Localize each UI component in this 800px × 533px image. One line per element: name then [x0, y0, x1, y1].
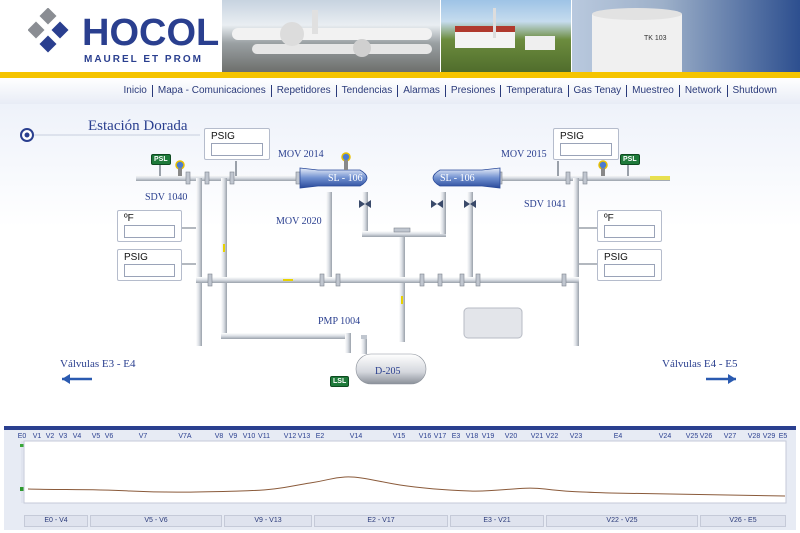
- pressure-transmitter-icon[interactable]: [598, 160, 608, 176]
- psig-label: PSIG: [560, 131, 584, 142]
- link-valvulas-e4-e5[interactable]: Válvulas E4 - E5: [662, 358, 737, 370]
- label-mov2015: MOV 2015: [501, 149, 547, 160]
- svg-text:TK 103: TK 103: [644, 35, 667, 42]
- link-valvulas-e3-e4[interactable]: Válvulas E3 - E4: [60, 358, 135, 370]
- label-sl106-left: SL - 106: [328, 173, 363, 184]
- segment-e0-v4[interactable]: E0 - V4: [24, 515, 88, 527]
- nav-presiones[interactable]: Presiones: [444, 85, 500, 97]
- hocol-logo[interactable]: HOCOL MAUREL ET PROM: [28, 8, 219, 68]
- psig-label: PSIG: [211, 131, 235, 142]
- label-mov2020: MOV 2020: [276, 216, 322, 227]
- segment-v5-v6[interactable]: V5 - V6: [90, 515, 222, 527]
- nav-network[interactable]: Network: [678, 85, 727, 97]
- temp-value-field: [124, 225, 175, 238]
- badge-lsl[interactable]: LSL: [330, 376, 350, 387]
- header-photo-station: [441, 0, 571, 72]
- pressure-transmitter-icon[interactable]: [341, 152, 351, 170]
- badge-psl-right[interactable]: PSL: [620, 154, 640, 165]
- psig-value-field: [211, 143, 263, 156]
- segment-e3-v21[interactable]: E3 - V21: [450, 515, 544, 527]
- status-panel: [463, 307, 523, 339]
- nav-gas-tenay[interactable]: Gas Tenay: [567, 85, 627, 97]
- badge-psl-left[interactable]: PSL: [151, 154, 171, 165]
- nav-alarmas[interactable]: Alarmas: [397, 85, 445, 97]
- header: HOCOL MAUREL ET PROM TK 103: [0, 0, 800, 72]
- psig-value-field: [604, 264, 655, 277]
- psig-box-right: PSIG: [597, 249, 662, 281]
- logo-diamond-icon: [28, 8, 69, 53]
- psig-box-top-right: PSIG: [553, 128, 619, 160]
- label-d205: D-205: [375, 366, 401, 377]
- page-title: Estación Dorada: [88, 118, 188, 134]
- nav-mapa-comunicaciones[interactable]: Mapa - Comunicaciones: [151, 85, 271, 97]
- segment-v22-v25[interactable]: V22 - V25: [546, 515, 698, 527]
- psig-box-left: PSIG: [117, 249, 182, 281]
- psig-value-field: [560, 143, 612, 156]
- nav-shutdown[interactable]: Shutdown: [726, 85, 782, 97]
- label-mov2014: MOV 2014: [278, 149, 324, 160]
- temp-value-field: [604, 225, 655, 238]
- header-photo-pipes: [222, 0, 440, 72]
- label-sdv1041: SDV 1041: [524, 199, 567, 210]
- nav-repetidores[interactable]: Repetidores: [270, 85, 336, 97]
- psig-box-top-left: PSIG: [204, 128, 270, 160]
- nav-temperatura[interactable]: Temperatura: [500, 85, 567, 97]
- temp-box-right: ºF: [597, 210, 662, 242]
- segment-e2-v17[interactable]: E2 - V17: [314, 515, 448, 527]
- nav-tendencias[interactable]: Tendencias: [335, 85, 398, 97]
- header-photo-tank: TK 103: [572, 0, 800, 72]
- psig-label: PSIG: [124, 252, 148, 263]
- main-nav: Inicio Mapa - Comunicaciones Repetidores…: [0, 78, 800, 104]
- temp-label: ºF: [124, 213, 134, 224]
- label-sl106-right: SL - 106: [440, 173, 475, 184]
- label-sdv1040: SDV 1040: [145, 192, 188, 203]
- psig-value-field: [124, 264, 175, 277]
- station-diagram: Estación Dorada MOV 2014 MOV 2015 SDV 10…: [0, 104, 800, 412]
- logo-subtitle: MAUREL ET PROM: [84, 54, 203, 65]
- nav-inicio[interactable]: Inicio: [119, 85, 152, 97]
- label-pmp1004: PMP 1004: [318, 316, 361, 327]
- logo-wordmark: HOCOL: [82, 12, 220, 54]
- nav-muestreo[interactable]: Muestreo: [626, 85, 679, 97]
- temp-box-left: ºF: [117, 210, 182, 242]
- pressure-transmitter-icon[interactable]: [175, 160, 185, 176]
- psig-label: PSIG: [604, 252, 628, 263]
- segment-v9-v13[interactable]: V9 - V13: [224, 515, 312, 527]
- temp-label: ºF: [604, 213, 614, 224]
- segment-v26-e5[interactable]: V26 - E5: [700, 515, 786, 527]
